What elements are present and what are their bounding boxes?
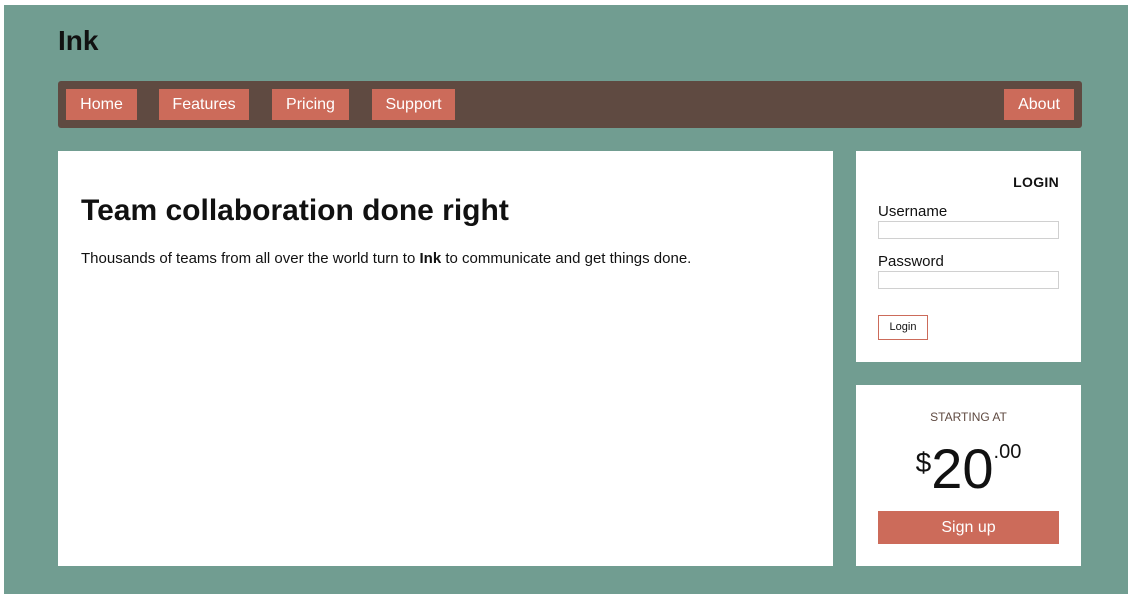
nav-features[interactable]: Features [159,89,249,120]
nav-about[interactable]: About [1004,89,1074,120]
nav-home[interactable]: Home [66,89,137,120]
brand-logo[interactable]: Ink [58,25,98,57]
price-cents: .00 [993,441,1022,463]
password-input[interactable] [878,271,1059,289]
pricing-panel: STARTING AT $20.00 Sign up [856,385,1081,566]
page-title: Team collaboration done right [81,194,509,227]
main-navbar: Home Features Pricing Support About [58,81,1082,128]
price-amount: 20 [931,437,994,500]
intro-text-start: Thousands of teams from all over the wor… [81,250,420,267]
signup-button[interactable]: Sign up [878,511,1059,544]
login-title: LOGIN [1013,174,1059,190]
price-display: $20.00 [856,439,1081,499]
intro-brand-name: Ink [419,250,442,267]
login-panel: LOGIN Username Password Login [856,151,1081,362]
password-label: Password [878,253,944,270]
nav-support[interactable]: Support [372,89,455,120]
nav-pricing[interactable]: Pricing [272,89,349,120]
login-button[interactable]: Login [878,315,928,340]
price-currency: $ [915,447,932,478]
username-input[interactable] [878,221,1059,239]
username-label: Username [878,203,948,220]
starting-at-label: STARTING AT [930,410,1007,424]
intro-text-end: to communicate and get things done. [441,250,692,267]
page-background: Ink Home Features Pricing Support About … [4,5,1128,594]
intro-paragraph: Thousands of teams from all over the wor… [81,250,691,267]
main-content: Team collaboration done right Thousands … [58,151,833,566]
